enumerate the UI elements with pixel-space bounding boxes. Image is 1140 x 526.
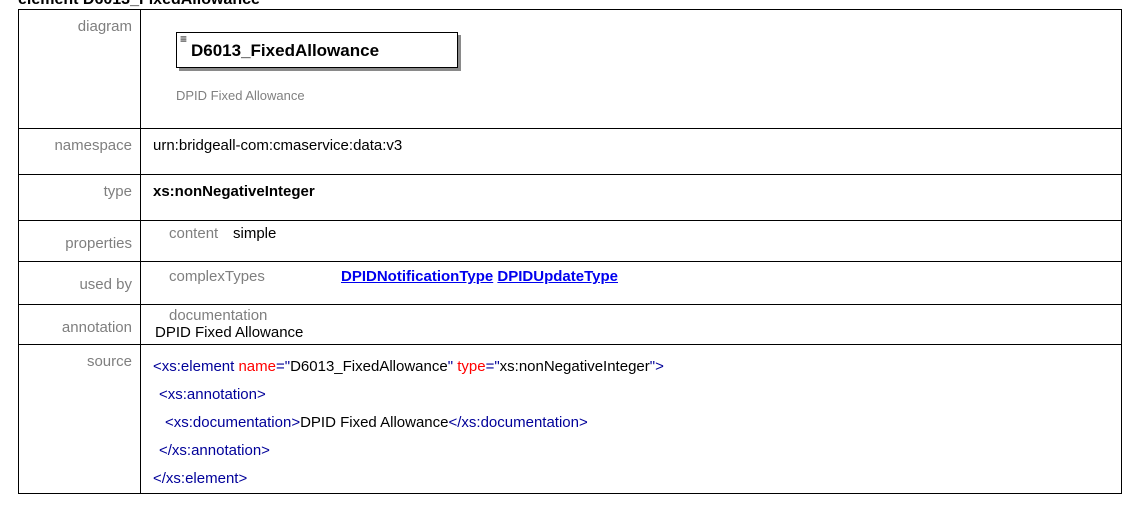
label-used-by: used by	[18, 261, 141, 305]
source-quote: "	[447, 358, 454, 375]
label-namespace: namespace	[18, 128, 141, 175]
properties-key: content	[169, 225, 219, 242]
diagram-element-name: D6013_FixedAllowance	[191, 41, 380, 60]
source-line-1: <xs:element name="D6013_FixedAllowance" …	[153, 353, 1121, 381]
source-attr-value: xs:nonNegativeInteger	[499, 358, 650, 375]
source-text: DPID Fixed Allowance	[300, 414, 449, 431]
source-line-2: <xs:annotation>	[153, 381, 1121, 409]
label-properties: properties	[18, 220, 141, 262]
source-attr-type: type	[457, 358, 486, 375]
properties-cell: content simple	[140, 220, 1122, 262]
annotation-value: DPID Fixed Allowance	[155, 324, 304, 341]
diagram-cell	[140, 9, 1122, 129]
row-source: source <xs:element name="D6013_FixedAllo…	[18, 344, 1122, 494]
row-type: type xs:nonNegativeInteger	[18, 174, 1122, 221]
row-namespace: namespace urn:bridgeall-com:cmaservice:d…	[18, 128, 1122, 175]
annotation-cell: documentation DPID Fixed Allowance	[140, 304, 1122, 345]
source-attr-name: name	[238, 358, 276, 375]
source-line-5: </xs:element>	[153, 465, 1121, 493]
source-line-3: <xs:documentation>DPID Fixed Allowance</…	[153, 409, 1121, 437]
label-annotation: annotation	[18, 304, 141, 345]
label-type: type	[18, 174, 141, 221]
source-eq: ="	[485, 358, 500, 375]
source-tag: <xs:documentation>	[165, 414, 301, 431]
source-tag: </xs:documentation>	[448, 414, 588, 431]
namespace-value: urn:bridgeall-com:cmaservice:data:v3	[140, 128, 1122, 175]
element-doc-table: diagram namespace urn:bridgeall-com:cmas…	[18, 9, 1122, 494]
row-used-by: used by complexTypes DPIDNotificationType…	[18, 261, 1122, 305]
link-dpid-notification-type[interactable]: DPIDNotificationType	[341, 268, 493, 285]
row-properties: properties content simple	[18, 220, 1122, 262]
source-tag: <xs:element	[153, 358, 235, 375]
type-value: xs:nonNegativeInteger	[140, 174, 1122, 221]
used-by-cell: complexTypes DPIDNotificationType DPIDUpd…	[140, 261, 1122, 305]
row-diagram: diagram	[18, 9, 1122, 129]
source-eq: ="	[276, 358, 291, 375]
source-tag: <xs:annotation>	[159, 386, 266, 403]
source-tag-end: ">	[649, 358, 664, 375]
source-tag: </xs:annotation>	[159, 442, 270, 459]
used-by-key: complexTypes	[169, 268, 265, 285]
link-dpid-update-type[interactable]: DPIDUpdateType	[497, 268, 618, 285]
element-diagram-box[interactable]: ≡ D6013_FixedAllowance	[176, 32, 458, 68]
source-line-4: </xs:annotation>	[153, 437, 1121, 465]
diagram-documentation: DPID Fixed Allowance	[176, 88, 305, 103]
source-attr-value: D6013_FixedAllowance	[290, 358, 448, 375]
source-code: <xs:element name="D6013_FixedAllowance" …	[140, 344, 1122, 494]
label-diagram: diagram	[18, 9, 141, 129]
element-content-icon: ≡	[180, 32, 188, 46]
source-tag: </xs:element>	[153, 470, 248, 487]
properties-value: simple	[233, 225, 277, 242]
row-annotation: annotation documentation DPID Fixed Allo…	[18, 304, 1122, 345]
page-title: element D6013_FixedAllowance	[18, 0, 260, 9]
label-source: source	[18, 344, 141, 494]
annotation-key: documentation	[169, 307, 268, 324]
